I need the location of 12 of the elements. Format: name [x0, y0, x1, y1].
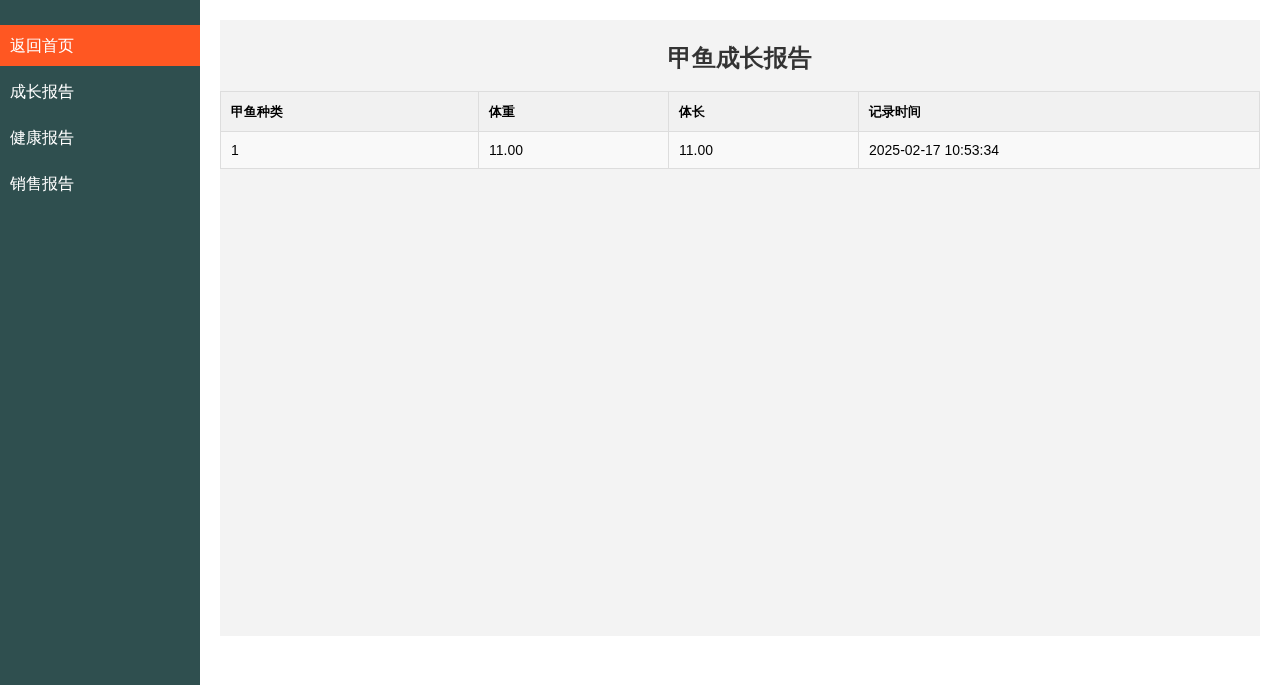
column-header: 记录时间: [858, 91, 1260, 132]
sidebar-item[interactable]: 销售报告: [0, 163, 200, 204]
column-header: 体长: [668, 91, 859, 132]
table-cell: 2025-02-17 10:53:34: [858, 131, 1260, 169]
column-header: 甲鱼种类: [220, 91, 479, 132]
report-title: 甲鱼成长报告: [667, 43, 813, 73]
table-cell: 1: [220, 131, 479, 169]
table-cell: 11.00: [478, 131, 669, 169]
sidebar-item[interactable]: 健康报告: [0, 117, 200, 158]
column-header: 体重: [478, 91, 669, 132]
table-cell: 11.00: [668, 131, 859, 169]
sidebar-item[interactable]: 成长报告: [0, 71, 200, 112]
